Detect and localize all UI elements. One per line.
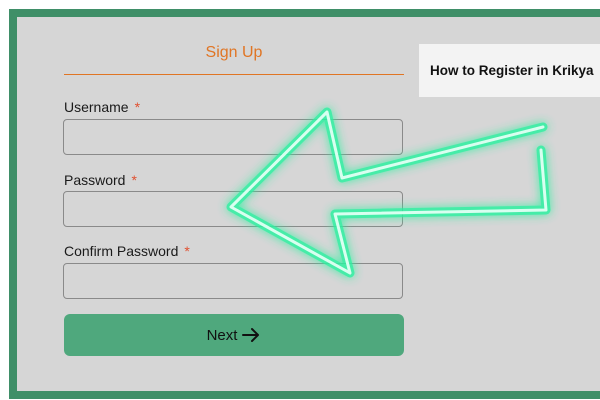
pointer-arrow-icon: [226, 107, 551, 278]
